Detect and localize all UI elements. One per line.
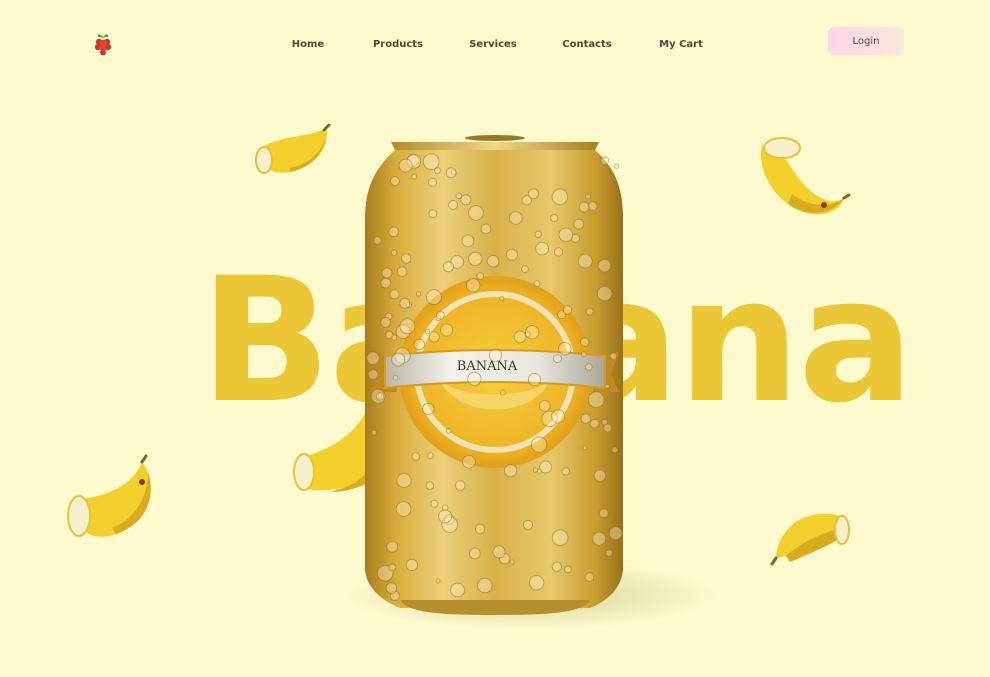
- nav-products-link[interactable]: Products: [373, 39, 423, 50]
- nav-home-link[interactable]: Home: [292, 39, 324, 50]
- login-button[interactable]: Login: [828, 27, 904, 55]
- banana-image-top-left: [255, 124, 331, 174]
- banana-can-image: BANANA: [365, 135, 623, 615]
- nav-contacts-link[interactable]: Contacts: [562, 39, 612, 50]
- banana-image-top-right: [761, 137, 851, 215]
- banana-image-bottom-right: [770, 513, 850, 566]
- banana-image-bottom-left: [67, 454, 151, 537]
- nav-my-cart-link[interactable]: My Cart: [659, 39, 703, 50]
- can-label-text: BANANA: [457, 359, 518, 374]
- nav-services-link[interactable]: Services: [469, 39, 517, 50]
